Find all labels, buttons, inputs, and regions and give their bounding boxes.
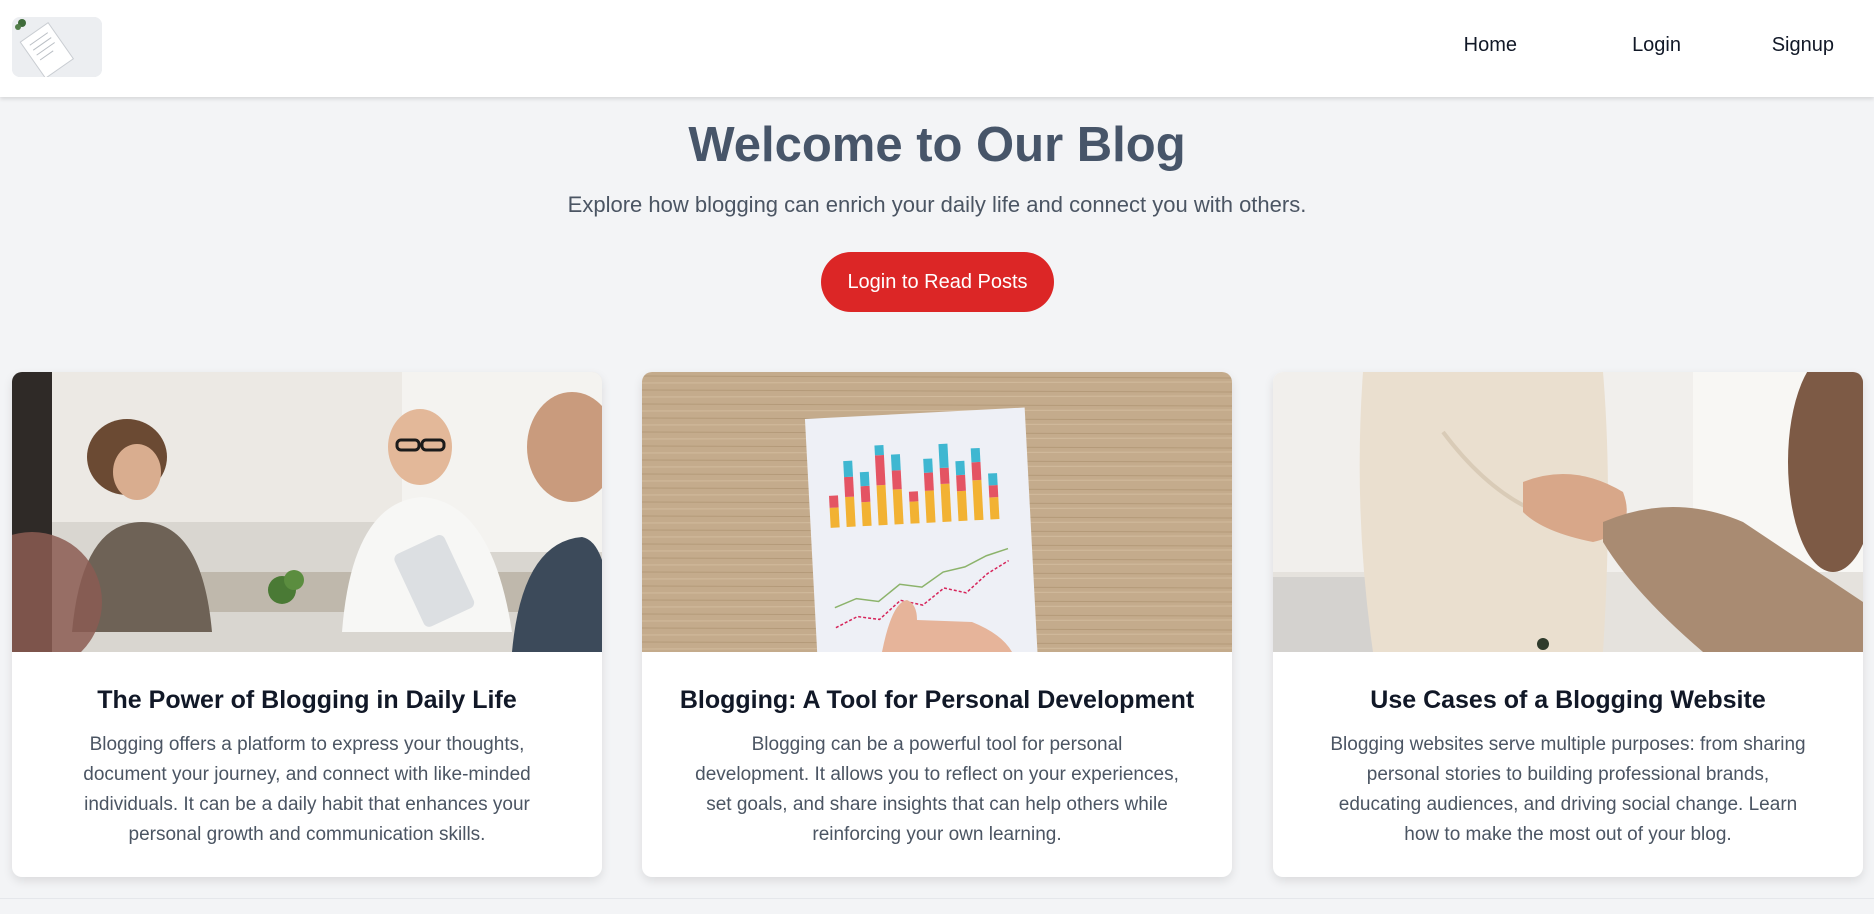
post-card[interactable]: Blogging: A Tool for Personal Developmen…: [642, 372, 1232, 877]
card-title: The Power of Blogging in Daily Life: [97, 686, 517, 714]
nav-home-link[interactable]: Home: [1464, 34, 1517, 57]
handshake-photo: [1273, 372, 1863, 652]
card-title: Use Cases of a Blogging Website: [1370, 686, 1766, 714]
page-title: Welcome to Our Blog: [688, 118, 1186, 172]
login-to-read-button[interactable]: Login to Read Posts: [821, 252, 1054, 312]
page-divider: [0, 898, 1874, 899]
card-body: Blogging websites serve multiple purpose…: [1330, 734, 1806, 845]
post-card[interactable]: The Power of Blogging in Daily Life Blog…: [12, 372, 602, 877]
post-card[interactable]: Use Cases of a Blogging Website Blogging…: [1273, 372, 1863, 877]
card-body: Blogging offers a platform to express yo…: [83, 734, 531, 845]
logo[interactable]: [12, 17, 102, 77]
nav-login-link[interactable]: Login: [1632, 34, 1681, 57]
card-body: Blogging can be a powerful tool for pers…: [695, 734, 1179, 845]
navbar: Home Login Signup: [0, 0, 1874, 97]
hero-subtitle: Explore how blogging can enrich your dai…: [567, 192, 1307, 217]
nav-signup-link[interactable]: Signup: [1772, 34, 1834, 57]
card-title: Blogging: A Tool for Personal Developmen…: [679, 686, 1195, 714]
meeting-photo: [12, 372, 602, 652]
charts-photo: [642, 372, 1232, 652]
